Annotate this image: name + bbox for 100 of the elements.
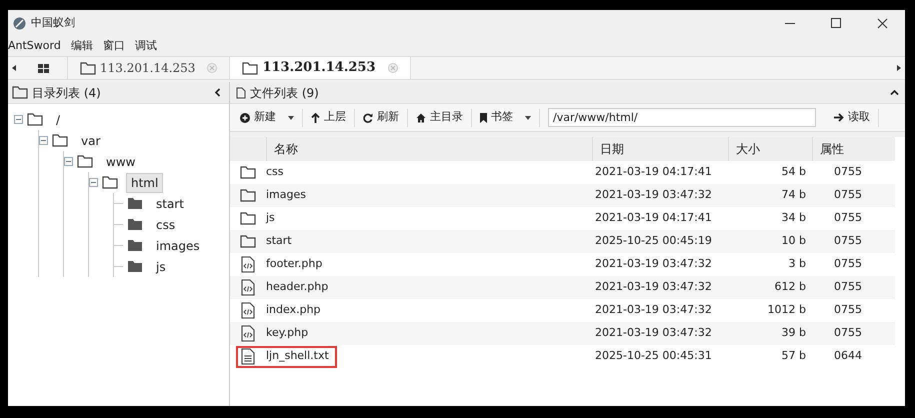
file-name: header.php [266, 279, 328, 296]
date-cell-text: 2021-03-19 03:47:32 [594, 279, 713, 296]
folder-icon [240, 235, 256, 248]
menu-item[interactable]: 窗口 [102, 38, 125, 54]
collapse-toggle[interactable] [64, 157, 73, 166]
tab-label: 113.201.14.253 [100, 60, 196, 77]
size-cell-text: 54 b [780, 164, 807, 180]
bookmark-icon [480, 112, 487, 122]
tree-item[interactable]: www [101, 152, 140, 172]
bookmarks-button[interactable]: 书签 [476, 109, 535, 126]
folder-icon [12, 86, 28, 99]
mode-cell-text: 0755 [833, 210, 863, 226]
size-cell-text: 1012 b [766, 302, 807, 318]
plus-circle-icon [240, 112, 250, 122]
folder-icon [127, 260, 143, 273]
panel-title: 目录列表 (4) [32, 84, 101, 102]
date-cell-text: 2021-03-19 03:47:32 [594, 302, 713, 318]
refresh-icon [363, 112, 373, 122]
folder-icon [127, 197, 143, 210]
tree-item[interactable]: html [126, 172, 164, 192]
mode-cell-text: 0755 [833, 302, 863, 318]
tree-item[interactable]: images [151, 236, 205, 256]
mode-cell-text: 0755 [833, 279, 863, 296]
code-file-icon [241, 325, 255, 342]
code-file-icon [241, 279, 255, 296]
window-title: 中国蚁剑 [31, 14, 75, 31]
date-cell-text: 2021-03-19 04:17:41 [594, 210, 713, 226]
home-icon [416, 112, 426, 122]
home-button[interactable]: 主目录 [412, 109, 467, 126]
file-row[interactable]: images 2021-03-19 03:47:32 74 b 0755 [230, 184, 895, 207]
file-name: images [266, 187, 306, 204]
path-field[interactable]: /var/www/html/ [548, 108, 816, 127]
file-row[interactable]: key.php 2021-03-19 03:47:32 39 b 0755 [230, 322, 895, 345]
tab-label: 113.201.14.253 [262, 59, 376, 78]
collapse-toggle[interactable] [14, 115, 23, 124]
tree-item[interactable]: / [51, 110, 66, 130]
folder-icon [102, 176, 118, 189]
file-icon [236, 86, 246, 98]
file-name: start [266, 233, 292, 250]
mode-cell-text: 0755 [833, 325, 863, 342]
file-name: js [266, 210, 275, 226]
file-name: footer.php [266, 256, 322, 272]
date-cell-text: 2021-03-19 04:17:41 [594, 164, 713, 180]
arrow-right-icon [834, 113, 844, 122]
new-button[interactable]: 新建 [236, 109, 298, 126]
size-cell-text: 34 b [780, 210, 807, 226]
menu-item[interactable]: 编辑 [70, 38, 93, 54]
file-name: ljn_shell.txt [236, 346, 337, 368]
host-tab[interactable]: 113.201.14.253 [230, 57, 411, 79]
date-cell-text: 2021-03-19 03:47:32 [594, 187, 713, 204]
folder-icon [242, 62, 258, 74]
size-cell-text: 612 b [774, 279, 807, 296]
folder-icon [77, 155, 93, 168]
folder-icon [240, 189, 256, 202]
file-row[interactable]: start 2025-10-25 00:45:19 10 b 0755 [230, 230, 895, 253]
folder-icon [240, 212, 256, 225]
tree-item[interactable]: var [76, 130, 106, 150]
mode-cell-text: 0755 [833, 187, 863, 204]
collapse-toggle[interactable] [89, 178, 98, 187]
text-file-icon [241, 348, 255, 365]
folder-icon [52, 134, 68, 147]
date-cell-text: 2025-10-25 00:45:19 [594, 233, 713, 250]
chevron-left-icon [214, 88, 221, 97]
date-cell-text: 2021-03-19 03:47:32 [594, 256, 713, 272]
file-name: css [266, 164, 284, 180]
app-logo-icon [13, 16, 26, 30]
mode-cell-text: 0644 [833, 348, 863, 364]
arrow-up-icon [311, 112, 320, 122]
size-cell-text: 74 b [780, 187, 807, 204]
size-cell-text: 10 b [780, 233, 807, 250]
menu-item[interactable]: AntSword [8, 38, 61, 54]
file-name: key.php [266, 325, 308, 342]
file-name: index.php [266, 302, 321, 318]
read-button[interactable]: 读取 [830, 109, 874, 126]
folder-icon [127, 218, 143, 231]
grid-icon [38, 64, 49, 72]
chevron-up-icon[interactable] [890, 89, 899, 96]
code-file-icon [241, 302, 255, 319]
file-row[interactable]: header.php 2021-03-19 03:47:32 612 b 0755 [230, 276, 895, 299]
mode-cell-text: 0755 [833, 164, 863, 180]
code-file-icon [241, 256, 255, 273]
refresh-button[interactable]: 刷新 [359, 109, 403, 126]
date-cell-text: 2021-03-19 03:47:32 [594, 325, 713, 342]
up-button[interactable]: 上层 [307, 109, 350, 126]
folder-icon [80, 62, 96, 74]
size-cell-text: 3 b [788, 256, 807, 272]
tree-item[interactable]: js [151, 256, 171, 276]
close-icon [876, 18, 888, 28]
tree-item[interactable]: start [151, 194, 189, 214]
panel-title: 文件列表 (9) [250, 84, 319, 102]
size-cell-text: 39 b [780, 325, 807, 342]
folder-icon [27, 113, 43, 126]
size-cell-text: 57 b [780, 348, 807, 364]
folder-icon [127, 239, 143, 252]
folder-icon [240, 166, 256, 179]
collapse-toggle[interactable] [39, 136, 48, 145]
date-cell-text: 2025-10-25 00:45:31 [594, 348, 713, 364]
tree-item[interactable]: css [151, 214, 180, 234]
mode-cell-text: 0755 [833, 256, 863, 272]
menu-item[interactable]: 调试 [134, 38, 157, 54]
